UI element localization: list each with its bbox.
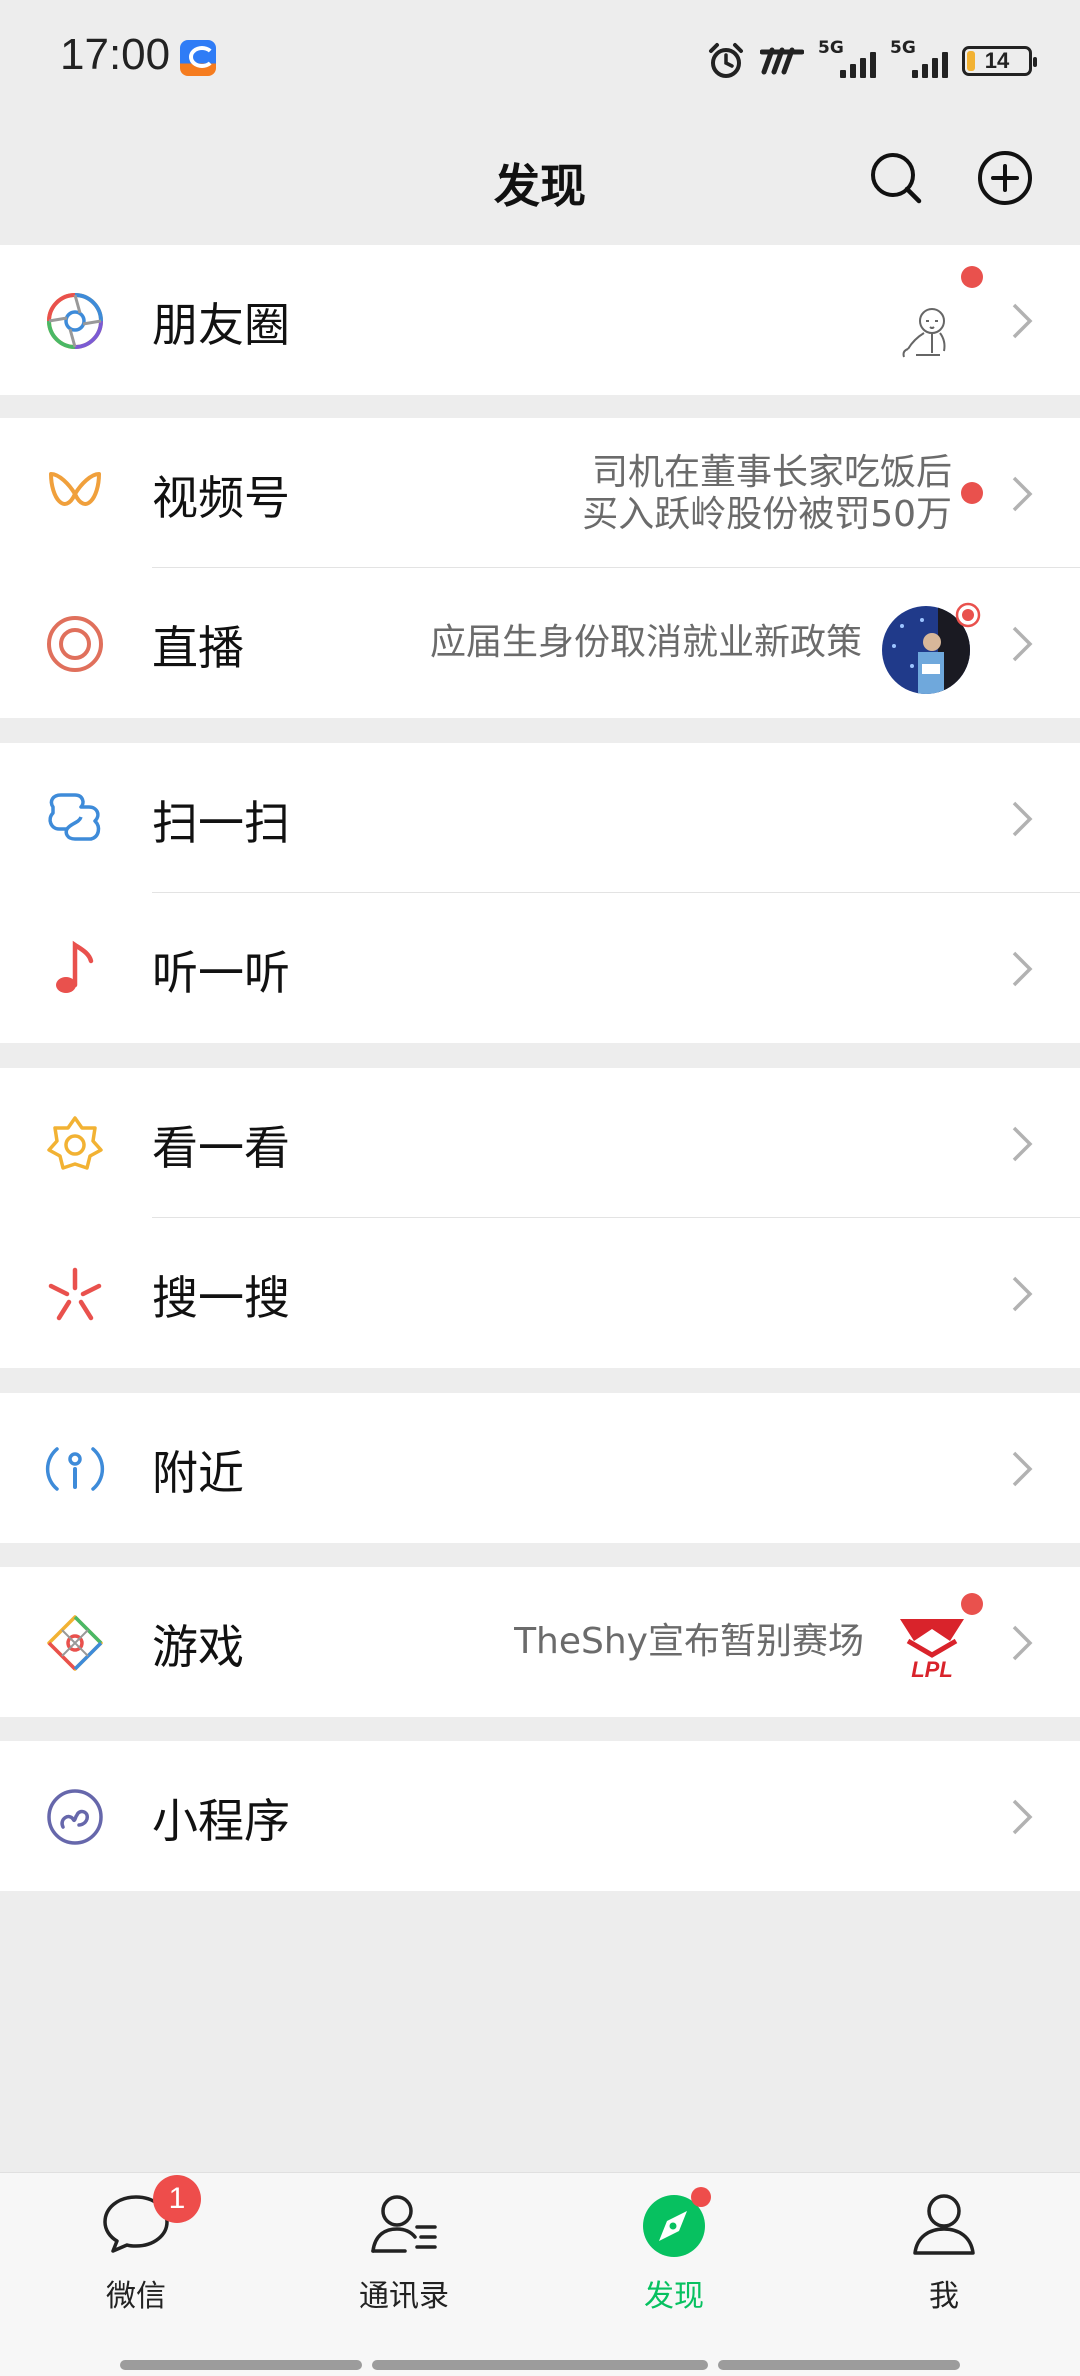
tab-label: 我 [929, 2279, 959, 2314]
discover-new-dot [691, 2187, 711, 2207]
games-icon [47, 1615, 103, 1671]
battery-icon: 14 [962, 46, 1037, 76]
contacts-icon [371, 2195, 437, 2253]
status-icons: 5G 5G 14 [706, 36, 1037, 86]
games-new-dot [961, 1593, 983, 1615]
chevron-right-icon [1012, 1799, 1033, 1835]
chevron-right-icon [1012, 951, 1033, 987]
moments-label: 朋友圈 [152, 298, 290, 352]
chevron-right-icon [1012, 303, 1033, 339]
nearby-label: 附近 [152, 1446, 244, 1500]
tab-chats[interactable]: 1 微信 [36, 2175, 236, 2315]
live-headline: 应届生身份取消就业新政策 [429, 622, 862, 663]
scan-label: 扫一扫 [152, 796, 290, 850]
hd-voice-icon [760, 47, 804, 75]
row-moments[interactable]: 朋友圈 [0, 245, 1080, 395]
live-recording-indicator [955, 602, 981, 628]
row-live[interactable]: 直播 应届生身份取消就业新政策 [0, 568, 1080, 718]
row-channels[interactable]: 视频号 司机在董事长家吃饭后 买入跃岭股份被罚50万 [0, 418, 1080, 568]
tab-label: 发现 [644, 2279, 704, 2314]
listen-label: 听一听 [152, 946, 290, 1000]
tab-contacts[interactable]: 通讯录 [304, 2189, 504, 2315]
tab-label: 微信 [106, 2279, 166, 2314]
row-scan[interactable]: 扫一扫 [0, 743, 1080, 893]
look-icon [47, 1116, 103, 1170]
chevron-right-icon [1012, 1625, 1033, 1661]
group-moments: 朋友圈 [0, 245, 1080, 395]
top-bar: 发现 [0, 118, 1080, 244]
signal-1-icon: 5G [818, 38, 876, 78]
tab-me[interactable]: 我 [844, 2189, 1044, 2315]
row-listen[interactable]: 听一听 [0, 893, 1080, 1043]
group-nearby: 附近 [0, 1393, 1080, 1543]
row-search[interactable]: 搜一搜 [0, 1218, 1080, 1368]
channels-new-dot [961, 482, 983, 504]
lpl-logo: LPL [900, 1619, 964, 1682]
group-games: 游戏 TheShy宣布暂别赛场 LPL [0, 1567, 1080, 1717]
channels-icon [49, 472, 101, 506]
gesture-bar-left [120, 2360, 362, 2370]
group-channels: 视频号 司机在董事长家吃饭后 买入跃岭股份被罚50万 直播 应届生身份取消就业新… [0, 418, 1080, 718]
live-label: 直播 [152, 621, 244, 675]
moments-icon [47, 293, 103, 349]
group-tools: 扫一扫 听一听 [0, 743, 1080, 1043]
browser-notification-icon [180, 40, 216, 76]
battery-level: 14 [984, 48, 1010, 73]
gesture-bar-right [718, 2360, 960, 2370]
mini-program-icon [47, 1789, 103, 1845]
gesture-bar-center[interactable] [372, 2360, 708, 2370]
look-label: 看一看 [152, 1121, 290, 1175]
signal-2-label: 5G [890, 38, 916, 58]
person-icon [913, 2194, 975, 2255]
tab-bar: 1 微信 通讯录 发现 我 [0, 2172, 1080, 2376]
row-miniprograms[interactable]: 小程序 [0, 1741, 1080, 1891]
signal-2-icon: 5G [890, 38, 948, 78]
signal-1-label: 5G [818, 38, 844, 58]
miniprograms-label: 小程序 [152, 1794, 290, 1848]
channels-headline-line1: 司机在董事长家吃饭后 [591, 452, 952, 493]
status-bar: 17:00 5G 5G 14 [0, 0, 1080, 118]
chevron-right-icon [1012, 476, 1033, 512]
row-look[interactable]: 看一看 [0, 1068, 1080, 1218]
status-time: 17:00 [60, 30, 171, 79]
search-label: 搜一搜 [152, 1271, 290, 1325]
alarm-icon [709, 43, 743, 78]
nearby-icon [45, 1447, 105, 1491]
chevron-right-icon [1012, 1451, 1033, 1487]
music-note-icon [56, 940, 94, 993]
moments-new-dot [961, 266, 983, 288]
search-sparkle-icon [48, 1267, 102, 1321]
chevron-right-icon [1012, 626, 1033, 662]
tab-label: 通讯录 [359, 2279, 449, 2314]
moments-thumbnail [902, 308, 946, 358]
row-games[interactable]: 游戏 TheShy宣布暂别赛场 LPL [0, 1567, 1080, 1717]
tab-discover[interactable]: 发现 [574, 2187, 774, 2315]
live-icon [47, 616, 103, 672]
group-content: 看一看 搜一搜 [0, 1068, 1080, 1368]
scan-icon [48, 793, 101, 841]
chevron-right-icon [1012, 801, 1033, 837]
games-headline: TheShy宣布暂别赛场 [514, 1621, 864, 1662]
channels-headline-line2: 买入跃岭股份被罚50万 [582, 494, 952, 535]
row-nearby[interactable]: 附近 [0, 1393, 1080, 1543]
lpl-logo-text: LPL [911, 1657, 953, 1682]
chevron-right-icon [1012, 1126, 1033, 1162]
add-icon[interactable] [975, 148, 1035, 208]
search-icon[interactable] [866, 148, 926, 208]
games-label: 游戏 [152, 1620, 244, 1674]
chevron-right-icon [1012, 1276, 1033, 1312]
group-miniprograms: 小程序 [0, 1741, 1080, 1891]
unread-badge: 1 [153, 2175, 201, 2223]
channels-label: 视频号 [152, 471, 290, 525]
